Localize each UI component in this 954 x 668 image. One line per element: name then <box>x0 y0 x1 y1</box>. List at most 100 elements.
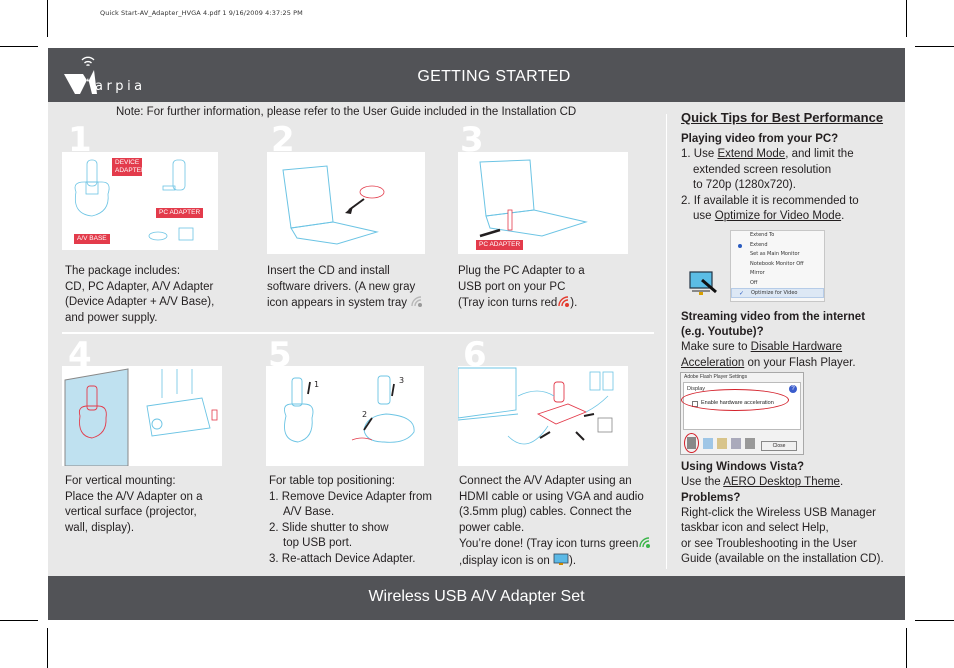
optimize-video-link[interactable]: Optimize for Video Mode <box>715 210 841 222</box>
crop-mark <box>906 0 907 37</box>
tip-text: , and limit the <box>785 148 854 160</box>
step-text-line: Insert the CD and install <box>267 265 390 277</box>
menu-item[interactable]: Off <box>731 279 824 289</box>
privacy-tab-icon[interactable] <box>703 438 713 449</box>
laptop-usb-drawing <box>479 159 588 238</box>
crop-mark <box>915 620 954 621</box>
step-6-illustration <box>458 366 628 466</box>
extend-mode-link[interactable]: Extend Mode <box>717 148 785 160</box>
print-header: Quick Start-AV_Adapter_HVGA 4.pdf 1 9/16… <box>100 9 303 17</box>
menu-item[interactable]: Extend <box>731 241 824 251</box>
green-tray-icon <box>639 537 651 548</box>
quick-start-page: arpia GETTING STARTED Note: For further … <box>48 48 905 620</box>
close-button[interactable]: Close <box>761 441 797 451</box>
step-5-illustration: 1 2 3 <box>266 366 424 466</box>
tip-text: 1. Use <box>681 148 718 160</box>
tip-problems-text: Right-click the Wireless USB Manager tas… <box>681 506 903 568</box>
step-text-line: and power supply. <box>65 311 158 324</box>
menu-item-label: Optimize for Video <box>751 290 798 296</box>
flash-settings-dialog: Adobe Flash Player Settings Display ? En… <box>680 372 804 455</box>
step-5-heading: For table top positioning: <box>269 475 395 487</box>
menu-item-selected[interactable]: ✓ Optimize for Video <box>731 288 824 298</box>
tip-text: to 720p (1280x720). <box>693 179 796 191</box>
gray-tray-icon <box>411 296 423 307</box>
step-3-text: Plug the PC Adapter to a USB port on you… <box>458 264 658 312</box>
av-base-tag: A/V BASE <box>74 234 110 244</box>
disable-hw-accel-link[interactable]: Acceleration <box>681 357 744 369</box>
crop-mark <box>0 620 38 621</box>
step-text-line: USB port on your PC <box>458 280 566 293</box>
device-adapter-tag: DEVICE ADAPTER <box>112 158 146 176</box>
step-4-text: For vertical mounting: Place the A/V Ada… <box>65 474 255 536</box>
tip-text: . <box>839 476 844 488</box>
menu-item-label: Extend <box>750 241 768 248</box>
menu-item[interactable]: Set as Main Monitor <box>731 250 824 260</box>
step-text-line: For vertical mounting: <box>65 475 176 487</box>
tip-text: extended screen resolution <box>693 163 832 176</box>
step-text-line: vertical surface (projector, <box>65 506 197 518</box>
marker-2: 2 <box>362 410 368 419</box>
tip-heading-playing-video: Playing video from your PC? <box>681 133 839 145</box>
section-divider <box>62 332 654 334</box>
crop-mark <box>0 46 38 47</box>
step-5-item: top USB port. <box>283 537 353 549</box>
step-2-text: Insert the CD and install software drive… <box>267 264 447 312</box>
tip-text: taskbar icon and select Help, <box>681 522 829 534</box>
laptop-cd-drawing <box>282 165 385 245</box>
radio-bullet-icon <box>738 243 742 248</box>
step-1-text: The package includes: CD, PC Adapter, A/… <box>65 264 265 326</box>
storage-tab-icon[interactable] <box>717 438 727 449</box>
tip-streaming-text: Make sure to Disable Hardware Accelerati… <box>681 340 903 371</box>
step-text-line: Connect the A/V Adapter using an <box>459 475 632 487</box>
menu-item[interactable]: Notebook Monitor Off <box>731 260 824 270</box>
tip-text: on your Flash Player. <box>744 356 856 369</box>
pc-adapter-tag: PC ADAPTER <box>476 240 524 250</box>
step-text-line: software drivers. (A new gray <box>267 280 416 293</box>
step-text-line: HDMI cable or using VGA and audio <box>459 490 644 503</box>
step-1-illustration: DEVICE ADAPTER PC ADAPTER A/V BASE <box>62 152 218 250</box>
done-text: You’re done! (Tray icon turns green <box>459 538 639 550</box>
step-5-item: 3. Re-attach Device Adapter. <box>269 552 416 565</box>
tip-text: 2. If available it is recommended to <box>681 194 859 207</box>
step-5-text: For table top positioning: 1. Remove Dev… <box>269 474 459 567</box>
tip-text: use <box>693 210 715 222</box>
display-icon <box>553 553 569 565</box>
quick-tips-panel: Quick Tips for Best Performance Playing … <box>681 110 903 225</box>
camera-tab-icon[interactable] <box>745 438 755 449</box>
tip-text: Make sure to <box>681 341 751 353</box>
tip-playing-video-text: 1. Use Extend Mode, and limit the extend… <box>681 147 903 225</box>
step-5-item: 2. Slide shutter to show <box>269 521 389 534</box>
tip-heading-problems: Problems? <box>681 491 741 504</box>
display-context-menu: Extend To Extend Set as Main Monitor Not… <box>730 230 825 302</box>
microphone-tab-icon[interactable] <box>731 438 741 449</box>
step-text-line: wall, display). <box>65 521 135 534</box>
highlight-ellipse <box>684 433 699 453</box>
marker-1: 1 <box>314 380 320 389</box>
menu-item[interactable]: Extend To <box>731 231 824 241</box>
pc-adapter-tag: PC ADAPTER <box>156 208 204 218</box>
tips-streaming: Streaming video from the internet (e.g. … <box>681 310 903 371</box>
page-title: GETTING STARTED <box>417 68 571 85</box>
step-4-illustration <box>62 366 222 466</box>
done-text: ). <box>568 554 577 567</box>
tips-vista: Using Windows Vista? Use the AERO Deskto… <box>681 460 903 568</box>
footer-bar: Wireless USB A/V Adapter Set <box>48 576 905 620</box>
header-bar: arpia GETTING STARTED <box>48 48 905 102</box>
step-text-line: Plug the PC Adapter to a <box>458 265 585 277</box>
tip-text: Use the <box>681 476 724 488</box>
tip-text: Guide (available on the installation CD)… <box>681 553 884 565</box>
tip-heading-vista: Using Windows Vista? <box>681 461 805 473</box>
footer-title: Wireless USB A/V Adapter Set <box>368 588 585 605</box>
step-text-line: ). <box>570 297 578 309</box>
aero-theme-link[interactable]: AERO Desktop Theme <box>723 476 840 488</box>
checkmark-icon: ✓ <box>739 290 745 297</box>
disable-hw-accel-link[interactable]: Disable Hardware <box>751 341 842 353</box>
marker-3: 3 <box>399 376 405 385</box>
tip-heading-streaming: (e.g. Youtube)? <box>681 326 764 338</box>
menu-item[interactable]: Mirror <box>731 269 824 279</box>
crop-mark <box>47 0 48 37</box>
help-icon[interactable]: ? <box>789 385 797 393</box>
monitor-icon <box>689 271 717 295</box>
connection-drawing <box>458 367 614 445</box>
flash-dialog-title: Adobe Flash Player Settings <box>684 374 748 380</box>
